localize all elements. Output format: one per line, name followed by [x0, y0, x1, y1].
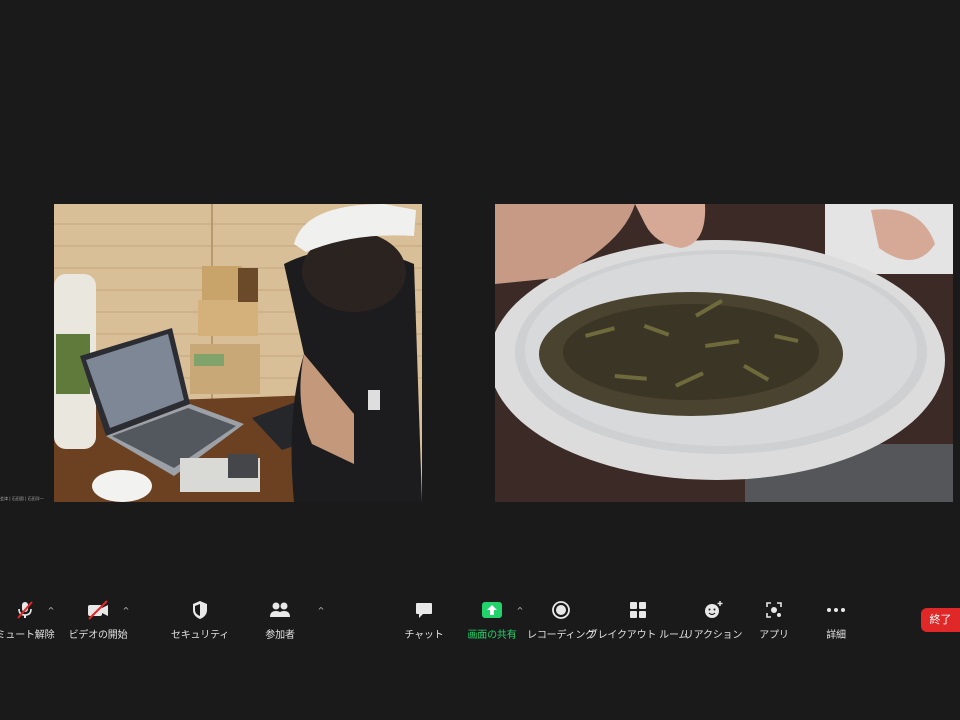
participant-video-left[interactable]	[54, 204, 422, 502]
participant-video-left-image	[54, 204, 422, 502]
smiley-plus-icon	[701, 598, 725, 622]
chat-button[interactable]: チャット	[402, 598, 446, 642]
video-options-chevron-up-icon[interactable]: ^	[121, 606, 131, 616]
audio-options-chevron-up-icon[interactable]: ^	[46, 606, 56, 616]
participant-name-label: 会津 | 石田園 | 石田洋一	[0, 496, 44, 501]
participants-button[interactable]: 参加者	[258, 598, 302, 642]
share-screen-label: 画面の共有	[467, 630, 517, 641]
record-icon	[549, 598, 573, 622]
record-label: レコーディング	[527, 630, 595, 641]
participants-options-chevron-up-icon[interactable]: ^	[316, 606, 326, 616]
reactions-button[interactable]: リアクション	[684, 598, 742, 642]
participants-label: 参加者	[265, 630, 295, 641]
meeting-toolbar: ミュート解除 ^ ビデオの開始 ^ セキュリティ 参加者 ^ チャット 画面の共…	[0, 598, 960, 644]
end-meeting-button[interactable]: 終了	[921, 608, 960, 632]
security-label: セキュリティ	[170, 630, 230, 641]
more-button[interactable]: 詳細	[818, 598, 854, 642]
chat-bubble-icon	[412, 598, 436, 622]
breakout-rooms-grid-icon	[626, 598, 650, 622]
apps-button[interactable]: アプリ	[756, 598, 792, 642]
reactions-label: リアクション	[683, 630, 743, 641]
microphone-muted-icon	[13, 598, 37, 622]
more-label: 詳細	[826, 630, 846, 641]
start-video-label: ビデオの開始	[68, 630, 128, 641]
start-video-button[interactable]: ビデオの開始	[66, 598, 130, 642]
participant-video-right[interactable]	[495, 204, 953, 502]
breakout-rooms-label: ブレイクアウト ルーム	[587, 630, 689, 641]
video-camera-off-icon	[86, 598, 110, 622]
unmute-label: ミュート解除	[0, 630, 55, 641]
apps-label: アプリ	[759, 630, 789, 641]
shield-icon	[188, 598, 212, 622]
record-button[interactable]: レコーディング	[527, 598, 595, 642]
share-screen-button[interactable]: 画面の共有	[464, 598, 520, 642]
chat-label: チャット	[404, 630, 444, 641]
share-screen-arrow-icon	[480, 598, 504, 622]
apps-icon	[762, 598, 786, 622]
more-dots-icon	[824, 598, 848, 622]
breakout-rooms-button[interactable]: ブレイクアウト ルーム	[588, 598, 688, 642]
participant-video-right-image	[495, 204, 953, 502]
security-button[interactable]: セキュリティ	[170, 598, 230, 642]
unmute-button[interactable]: ミュート解除	[0, 598, 55, 642]
share-options-chevron-up-icon[interactable]: ^	[515, 606, 525, 616]
people-icon	[268, 598, 292, 622]
